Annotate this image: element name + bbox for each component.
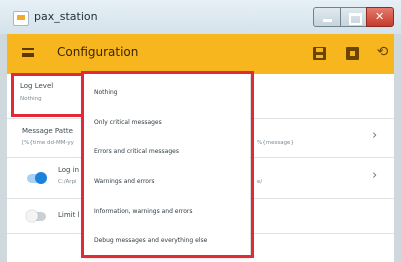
- message-pattern-value-tail: %{message}: [257, 140, 294, 146]
- message-pattern-label: Message Patte: [22, 127, 73, 135]
- toolbar-title: Configuration: [57, 45, 139, 59]
- restore-icon[interactable]: ⟲: [375, 45, 390, 60]
- hamburger-menu-icon[interactable]: [22, 48, 34, 57]
- window-titlebar[interactable]: pax_station: [0, 0, 401, 34]
- log-to-file-path-tail: e/: [257, 179, 263, 185]
- log-level-value: Nothing: [20, 96, 42, 102]
- menu-item-nothing[interactable]: Nothing: [94, 89, 118, 96]
- log-to-file-label: Log in: [58, 166, 80, 174]
- limit-label: Limit l: [58, 211, 80, 219]
- menu-item-only-critical[interactable]: Only critical messages: [94, 119, 162, 126]
- maximize-button[interactable]: [340, 7, 367, 27]
- app-icon: [13, 11, 29, 26]
- app-toolbar: Configuration ⟲: [7, 34, 394, 74]
- minimize-button[interactable]: [313, 7, 341, 27]
- chevron-right-icon[interactable]: ›: [372, 168, 377, 183]
- log-to-file-toggle[interactable]: [27, 172, 47, 184]
- log-level-label: Log Level: [20, 82, 54, 90]
- save-as-icon[interactable]: [346, 47, 359, 60]
- log-to-file-path: C:/Arpi: [58, 179, 77, 185]
- menu-item-warnings-and-errors[interactable]: Warnings and errors: [94, 178, 155, 185]
- menu-item-information-warnings-errors[interactable]: Information, warnings and errors: [94, 208, 192, 215]
- message-pattern-value: [%{time dd-MM-yy: [22, 140, 74, 146]
- save-icon[interactable]: [313, 47, 326, 60]
- app-window: pax_station Configuration ⟲ Log Level No…: [0, 0, 401, 262]
- window-title: pax_station: [34, 10, 98, 23]
- menu-item-debug-everything[interactable]: Debug messages and everything else: [94, 237, 207, 244]
- close-button[interactable]: [366, 7, 394, 27]
- limit-toggle[interactable]: [26, 210, 46, 222]
- chevron-right-icon[interactable]: ›: [372, 128, 377, 143]
- menu-item-errors-and-critical[interactable]: Errors and critical messages: [94, 148, 179, 155]
- log-level-dropdown-menu: Nothing Only critical messages Errors an…: [84, 73, 250, 256]
